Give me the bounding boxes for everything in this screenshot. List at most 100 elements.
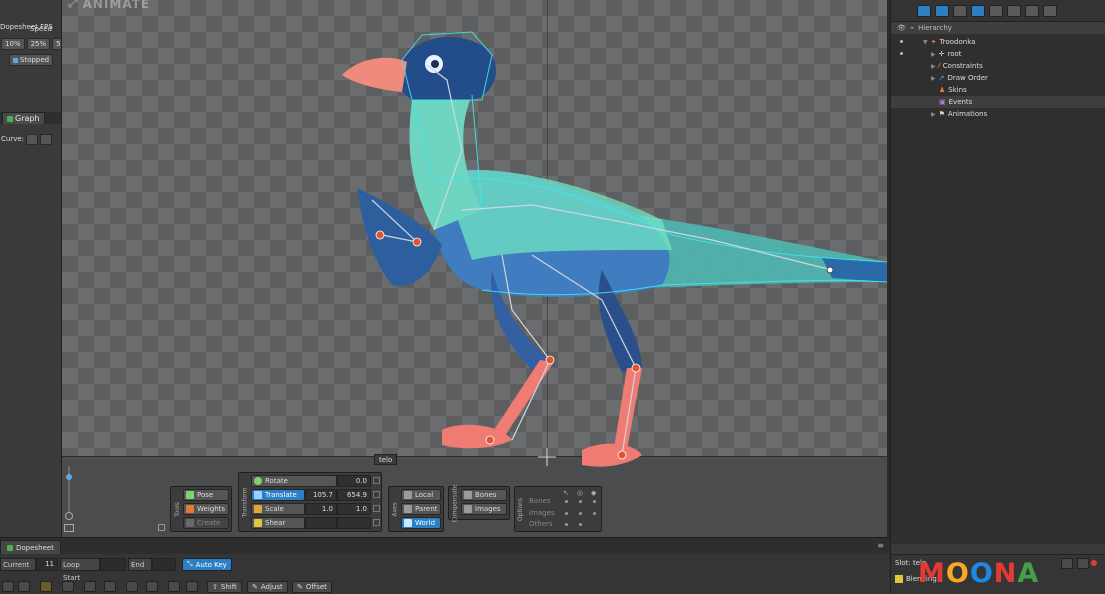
visibility-dot[interactable] xyxy=(900,40,903,43)
opt-images-select-toggle[interactable] xyxy=(565,512,568,515)
translate-x-value[interactable]: 105.7 xyxy=(305,489,337,501)
cut-icon[interactable] xyxy=(104,581,116,592)
speed-option-25[interactable]: 25% xyxy=(26,38,51,50)
expand-arrow-icon[interactable]: ▶ xyxy=(931,51,936,58)
tree-item-skins[interactable]: ♟ Skins xyxy=(891,84,1105,96)
expand-arrow-icon[interactable]: ▼ xyxy=(923,39,928,46)
draw-tool-button[interactable] xyxy=(917,4,931,17)
rotate-value[interactable]: 0.0 xyxy=(337,475,371,487)
opt-bones-visible-toggle[interactable] xyxy=(579,500,582,503)
compensate-bones-button[interactable]: Bones xyxy=(461,489,507,501)
tree-item-events[interactable]: ▣ Events xyxy=(891,96,1105,108)
playback-state-label: Stopped xyxy=(20,56,50,64)
lock-keys-icon[interactable] xyxy=(62,581,74,592)
tree-item-draw-order[interactable]: ▶ ↗ Draw Order xyxy=(891,72,1105,84)
selected-bone-label: telo xyxy=(374,454,398,465)
circle-tool-button[interactable] xyxy=(935,4,949,17)
shear-icon xyxy=(254,519,262,527)
opt-images-visible-toggle[interactable] xyxy=(579,512,582,515)
opt-images-names-toggle[interactable] xyxy=(593,512,596,515)
view-toolbar xyxy=(891,0,1105,22)
filter-icon[interactable] xyxy=(40,581,52,592)
clear-icon[interactable] xyxy=(168,581,180,592)
axes-local-button[interactable]: Local xyxy=(401,489,441,501)
folder-tool-button[interactable] xyxy=(1025,4,1039,17)
shear-y-value[interactable] xyxy=(337,517,371,529)
curve-bezier-button[interactable] xyxy=(40,133,53,145)
axes-group-label: Axes xyxy=(391,501,399,517)
expand-arrow-icon[interactable]: ▶ xyxy=(931,111,936,118)
zoom-slider[interactable] xyxy=(64,462,74,534)
shear-button[interactable]: Shear xyxy=(251,517,305,529)
tab-graph[interactable]: Graph xyxy=(2,112,45,124)
copy-key-icon[interactable] xyxy=(18,581,30,592)
rotate-button[interactable]: Rotate xyxy=(251,475,337,487)
left-panel: Dopesheet FPS Speed 10% 25% 5 Stopped Gr… xyxy=(0,0,62,537)
axes-world-button[interactable]: World xyxy=(401,517,441,529)
tree-item-constraints[interactable]: ▶ ⁄ Constraints xyxy=(891,60,1105,72)
expand-arrow-icon[interactable]: ▶ xyxy=(931,63,936,70)
pose-button[interactable]: Pose xyxy=(183,489,229,501)
brush-tool-button[interactable] xyxy=(953,4,967,17)
weights-button[interactable]: Weights xyxy=(183,503,229,515)
shear-key-icon[interactable] xyxy=(373,519,380,526)
shin-right xyxy=(614,368,642,450)
visibility-dot[interactable] xyxy=(900,52,903,55)
paste-icon[interactable] xyxy=(126,581,138,592)
end-input[interactable] xyxy=(152,558,176,571)
ik-tool-button[interactable] xyxy=(1007,4,1021,17)
current-frame-input[interactable]: 11 xyxy=(36,558,58,571)
rotate-key-icon[interactable] xyxy=(373,477,380,484)
opt-others-select-toggle[interactable] xyxy=(565,523,568,526)
pin-tool-button[interactable] xyxy=(971,4,985,17)
hierarchy-tree[interactable]: ▼ ✦ Troodonka ▶ ✛ root ▶ ⁄ Constraints ▶… xyxy=(891,34,1105,544)
fit-view-icon[interactable] xyxy=(64,524,74,532)
panel-menu-icon[interactable]: ≡ xyxy=(877,541,884,550)
scale-x-value[interactable]: 1.0 xyxy=(305,503,337,515)
loop-icon[interactable] xyxy=(84,581,96,592)
axes-parent-button[interactable]: Parent xyxy=(401,503,441,515)
lock-icon[interactable] xyxy=(158,524,165,531)
loop-start-input[interactable] xyxy=(100,558,126,571)
scale-y-value[interactable]: 1.0 xyxy=(337,503,371,515)
foot-right xyxy=(582,443,642,467)
opt-others-visible-toggle[interactable] xyxy=(579,523,582,526)
translate-button[interactable]: Translate xyxy=(251,489,305,501)
zoom-handle[interactable] xyxy=(66,474,72,480)
speed-option-10[interactable]: 10% xyxy=(1,38,25,50)
scale-button[interactable]: Scale xyxy=(251,503,305,515)
save-tool-button[interactable] xyxy=(1043,4,1057,17)
slot-record-icon[interactable] xyxy=(1091,560,1097,566)
opt-bones-select-toggle[interactable] xyxy=(565,500,568,503)
slot-clear-button[interactable] xyxy=(1077,558,1089,569)
viewport[interactable]: ⤢ ANIMATE telo Tools Pose Weights Create… xyxy=(62,0,887,537)
stopped-chip[interactable]: Stopped xyxy=(9,54,54,66)
translate-y-value[interactable]: 654.9 xyxy=(337,489,371,501)
shift-button[interactable]: ⇧ Shift xyxy=(207,581,242,593)
scale-key-icon[interactable] xyxy=(373,505,380,512)
auto-key-button[interactable]: ⤡ Auto Key xyxy=(182,558,232,571)
create-button[interactable]: Create xyxy=(183,517,229,529)
playback-state-button[interactable]: Stopped xyxy=(9,53,55,67)
compensate-images-button[interactable]: Images xyxy=(461,503,507,515)
tree-item-animations[interactable]: ▶ ⚑ Animations xyxy=(891,108,1105,120)
tree-item-skeleton[interactable]: ▼ ✦ Troodonka xyxy=(891,36,1105,48)
speed-option-more[interactable]: 5 xyxy=(52,38,61,50)
frame-tool-button[interactable] xyxy=(989,4,1003,17)
slot-key-button[interactable] xyxy=(1061,558,1073,569)
delete-key-icon[interactable] xyxy=(146,581,158,592)
character-troodon[interactable] xyxy=(62,0,887,537)
trash-icon[interactable] xyxy=(186,581,198,592)
zoom-icon[interactable] xyxy=(65,512,73,520)
expand-arrow-icon[interactable]: ▶ xyxy=(931,75,936,82)
new-key-icon[interactable] xyxy=(2,581,14,592)
dopesheet-tabbar: Dopesheet ≡ xyxy=(0,538,890,554)
curve-linear-button[interactable] xyxy=(26,133,39,145)
adjust-button[interactable]: ✎ Adjust xyxy=(247,581,288,593)
opt-bones-names-toggle[interactable] xyxy=(593,500,596,503)
shear-x-value[interactable] xyxy=(305,517,337,529)
tree-item-root[interactable]: ▶ ✛ root xyxy=(891,48,1105,60)
tab-dopesheet[interactable]: Dopesheet xyxy=(0,540,61,554)
offset-button[interactable]: ✎ Offset xyxy=(292,581,332,593)
translate-key-icon[interactable] xyxy=(373,491,380,498)
